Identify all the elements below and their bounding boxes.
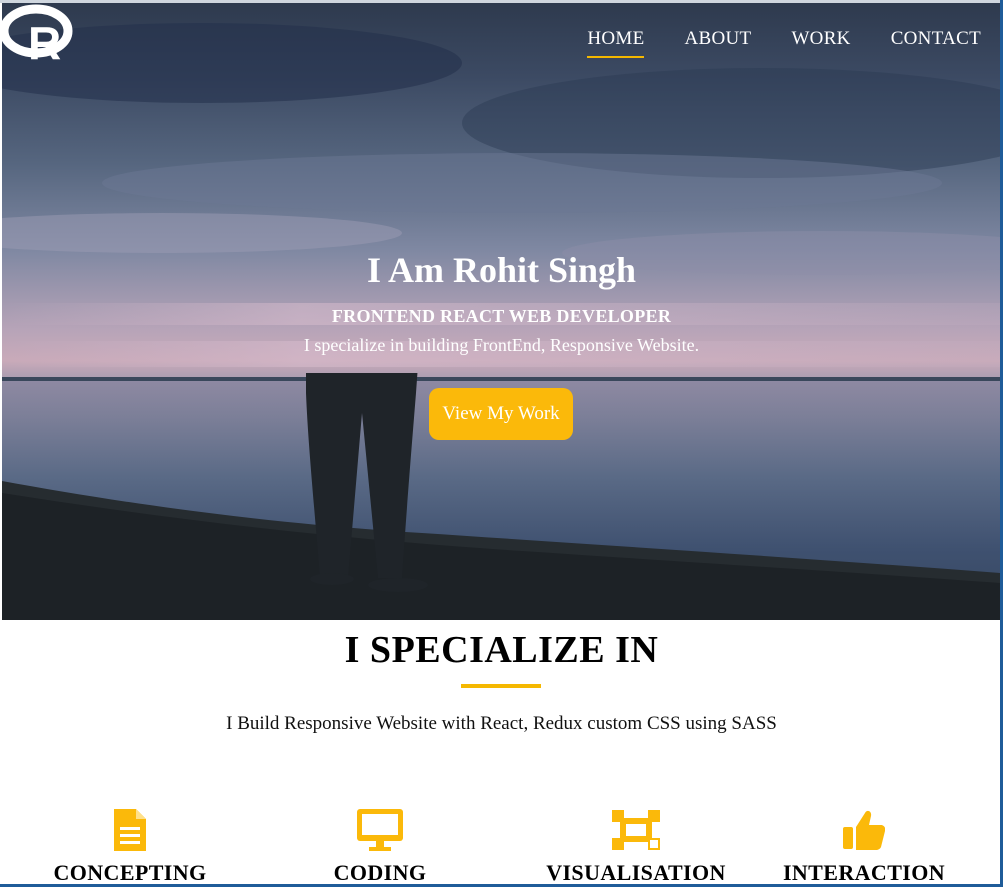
thumbs-up-icon bbox=[843, 810, 885, 850]
nav-work[interactable]: WORK bbox=[791, 28, 850, 58]
hero-title: I Am Rohit Singh bbox=[366, 250, 637, 290]
logo-letter: R bbox=[28, 17, 61, 63]
feature-visualisation: VISUALISATION bbox=[516, 808, 756, 886]
main-nav: HOME ABOUT WORK CONTACT bbox=[587, 28, 981, 58]
feature-coding: CODING bbox=[260, 808, 500, 886]
nav-contact[interactable]: CONTACT bbox=[891, 28, 981, 58]
hero-subtitle: FRONTEND REACT WEB DEVELOPER bbox=[331, 306, 672, 326]
feature-interaction: INTERACTION bbox=[744, 808, 984, 886]
nav-about[interactable]: ABOUT bbox=[684, 28, 751, 58]
feature-label: VISUALISATION bbox=[546, 860, 726, 885]
feature-concepting: CONCEPTING bbox=[10, 808, 250, 886]
view-my-work-button[interactable]: View My Work bbox=[429, 388, 573, 440]
specialize-title: I SPECIALIZE IN bbox=[344, 629, 659, 671]
hero-description: I specialize in building FrontEnd, Respo… bbox=[303, 335, 700, 355]
nav-home[interactable]: HOME bbox=[587, 28, 645, 58]
monitor-icon bbox=[357, 809, 403, 851]
specialize-description: I Build Responsive Website with React, R… bbox=[226, 713, 777, 734]
feature-label: CONCEPTING bbox=[53, 860, 207, 885]
vector-icon bbox=[612, 810, 660, 850]
document-icon bbox=[114, 809, 146, 851]
title-underline bbox=[461, 684, 541, 688]
feature-label: CODING bbox=[333, 860, 427, 885]
feature-label: INTERACTION bbox=[782, 860, 946, 885]
site-logo[interactable]: R bbox=[2, 3, 74, 63]
hero-text-block: I Am Rohit Singh FRONTEND REACT WEB DEVE… bbox=[0, 248, 1003, 356]
